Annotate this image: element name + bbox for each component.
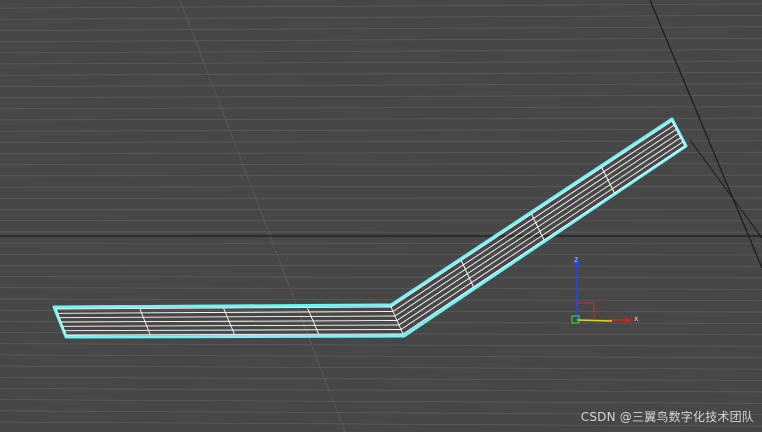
gizmo-y-axis xyxy=(576,319,613,322)
gizmo-x-arrow xyxy=(625,317,633,323)
grid-line xyxy=(0,388,762,393)
grid-line xyxy=(0,354,762,359)
gizmo-z-label: z xyxy=(574,255,578,264)
grid-line xyxy=(0,26,762,31)
grid-line xyxy=(0,376,762,381)
grid-line xyxy=(0,242,762,244)
grid-line xyxy=(0,140,762,143)
grid-line xyxy=(0,49,762,54)
grid-line xyxy=(0,71,762,76)
grid-line xyxy=(0,14,762,20)
viewport-canvas[interactable]: z x xyxy=(0,0,762,432)
grid-line xyxy=(0,276,762,279)
grid-line xyxy=(0,163,762,166)
grid-line xyxy=(0,253,762,256)
grid-line xyxy=(0,343,762,347)
selection-outline xyxy=(52,117,688,339)
grid-major-line xyxy=(649,0,762,269)
bent-plank-mesh[interactable] xyxy=(52,117,688,339)
gizmo-x-label: x xyxy=(634,314,639,323)
grid-line xyxy=(0,94,762,98)
grid-line xyxy=(0,186,762,188)
grid-line xyxy=(0,83,762,87)
grid-line xyxy=(0,265,762,267)
grid-line xyxy=(0,298,762,302)
grid-line xyxy=(0,151,762,154)
grid-major-line xyxy=(689,139,762,239)
grid-line xyxy=(0,3,762,9)
grid-line xyxy=(0,106,762,110)
grid-line xyxy=(0,37,762,43)
grid-line xyxy=(0,399,762,404)
grid-line xyxy=(0,174,762,177)
watermark: CSDN @三翼鸟数字化技术团队 xyxy=(580,410,754,424)
grid-line xyxy=(0,287,762,290)
grid-line xyxy=(0,129,762,132)
grid-line xyxy=(0,60,762,65)
grid-line xyxy=(0,117,762,121)
construction-grid xyxy=(0,0,762,432)
perspective-viewport[interactable]: z x CSDN @三翼鸟数字化技术团队 xyxy=(0,0,762,432)
grid-line xyxy=(0,365,762,370)
wire-segment-right xyxy=(460,260,474,288)
